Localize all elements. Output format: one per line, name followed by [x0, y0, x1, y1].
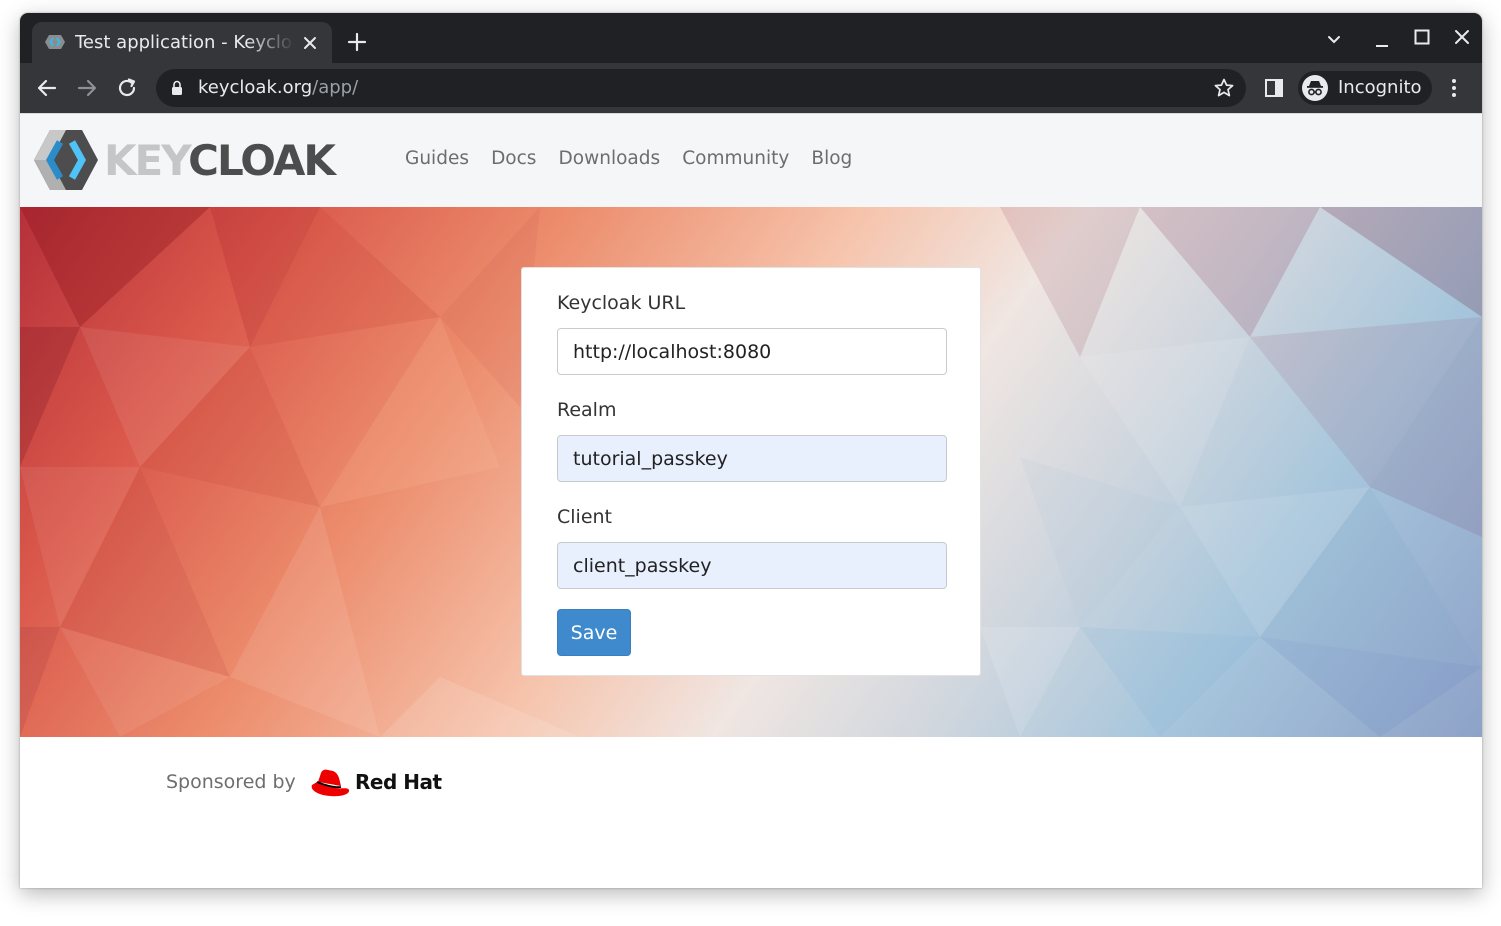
url-host: keycloak.org — [198, 77, 313, 98]
tab-title: Test application - Keycloak — [75, 32, 295, 53]
forward-arrow-icon[interactable] — [76, 77, 98, 99]
bookmark-star-icon[interactable] — [1213, 77, 1235, 99]
settings-card: Keycloak URL Realm Client Save — [521, 267, 981, 676]
browser-window: Test application - Keycloak keycloak.org… — [20, 13, 1482, 888]
tab-strip: Test application - Keycloak — [20, 13, 1482, 63]
kebab-menu-icon[interactable] — [1444, 77, 1464, 99]
page-content: KEYCLOAK Guides Docs Downloads Community… — [20, 113, 1482, 888]
nav-link-docs[interactable]: Docs — [491, 148, 536, 169]
redhat-wordmark[interactable]: Red Hat — [355, 770, 442, 794]
client-input[interactable] — [557, 542, 947, 589]
tab-close-icon[interactable] — [300, 33, 320, 53]
address-bar[interactable]: keycloak.org/app/ — [156, 69, 1246, 107]
sponsored-by-text: Sponsored by — [166, 771, 296, 793]
save-button[interactable]: Save — [557, 609, 631, 656]
site-footer: Sponsored by Red Hat — [20, 737, 1482, 888]
nav-link-blog[interactable]: Blog — [811, 148, 852, 169]
minimize-icon[interactable] — [1372, 29, 1392, 49]
url-path: /app/ — [312, 77, 359, 98]
nav-link-downloads[interactable]: Downloads — [559, 148, 661, 169]
reload-icon[interactable] — [116, 77, 138, 99]
client-label: Client — [557, 506, 613, 528]
tab-active[interactable]: Test application - Keycloak — [32, 22, 332, 63]
incognito-badge[interactable]: Incognito — [1298, 71, 1432, 105]
realm-input[interactable] — [557, 435, 947, 482]
lock-icon[interactable] — [171, 80, 183, 96]
back-arrow-icon[interactable] — [36, 77, 58, 99]
keycloak-url-input[interactable] — [557, 328, 947, 375]
side-panel-icon[interactable] — [1263, 77, 1285, 99]
browser-toolbar: keycloak.org/app/ Incognito — [20, 63, 1482, 113]
keycloak-wordmark[interactable]: KEYCLOAK — [104, 136, 336, 186]
nav-link-guides[interactable]: Guides — [405, 148, 469, 169]
tab-search-chevron-down-icon[interactable] — [1324, 29, 1344, 49]
site-header: KEYCLOAK Guides Docs Downloads Community… — [20, 113, 1482, 207]
new-tab-plus-icon[interactable] — [346, 31, 368, 53]
incognito-icon — [1302, 75, 1328, 101]
incognito-label: Incognito — [1338, 77, 1422, 98]
maximize-icon[interactable] — [1412, 27, 1432, 47]
realm-label: Realm — [557, 399, 617, 421]
nav-link-community[interactable]: Community — [682, 148, 789, 169]
site-nav: Guides Docs Downloads Community Blog — [405, 148, 869, 172]
url-text: keycloak.org/app/ — [198, 77, 358, 98]
close-window-icon[interactable] — [1452, 27, 1472, 47]
redhat-hat-icon[interactable] — [308, 767, 352, 801]
hero-background: Keycloak URL Realm Client Save — [20, 207, 1482, 737]
keycloak-logo-icon[interactable] — [34, 128, 98, 192]
keycloak-url-label: Keycloak URL — [557, 292, 686, 314]
keycloak-favicon-icon — [45, 35, 65, 49]
